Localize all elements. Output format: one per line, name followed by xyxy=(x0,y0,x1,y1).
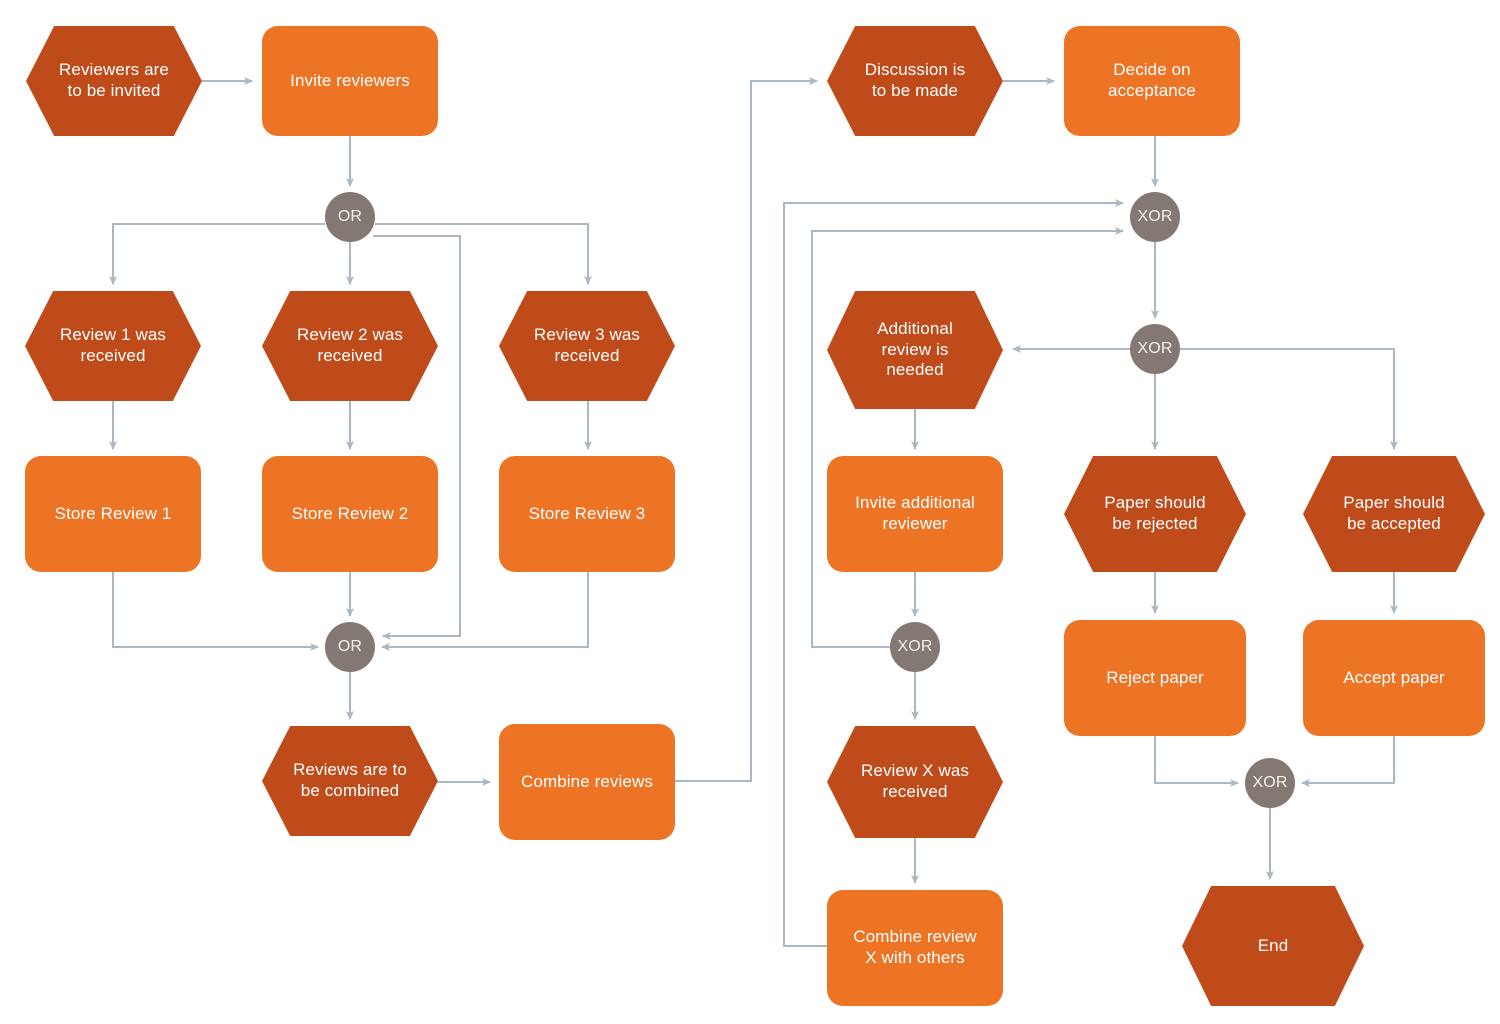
node-label: Additional review is needed xyxy=(877,318,953,380)
node-label: Review 1 was received xyxy=(59,325,167,365)
edge-layer xyxy=(109,77,1398,947)
event-node-n1[interactable]: Reviewers are to be invited xyxy=(26,26,202,136)
node-label: Store Review 1 xyxy=(54,503,172,523)
epc-diagram-canvas: Reviewers are to be invited Invite review… xyxy=(0,0,1500,1024)
node-label: Store Review 3 xyxy=(528,503,646,523)
node-label: Discussion is to be made xyxy=(864,60,966,100)
event-node-n3[interactable]: Review 1 was received xyxy=(25,291,201,401)
function-node-n8[interactable]: Store Review 3 xyxy=(499,456,675,572)
connector-gateway-g4[interactable]: XOR xyxy=(1130,324,1180,374)
function-node-n6[interactable]: Store Review 1 xyxy=(25,456,201,572)
node-label: XOR xyxy=(1137,340,1173,358)
function-node-n19[interactable]: Reject paper xyxy=(1064,620,1246,736)
node-label: Accept paper xyxy=(1343,667,1445,687)
node-label: XOR xyxy=(1252,774,1288,792)
node-label: End xyxy=(1257,935,1289,955)
event-node-n21[interactable]: End xyxy=(1182,886,1364,1006)
event-node-n11[interactable]: Discussion is to be made xyxy=(827,26,1003,136)
flow-edge-g1-to-n3 xyxy=(109,223,325,285)
node-label: Invite reviewers xyxy=(290,70,410,90)
node-label: OR xyxy=(337,208,363,226)
node-label: Decide on acceptance xyxy=(1108,60,1196,100)
event-node-n5[interactable]: Review 3 was received xyxy=(499,291,675,401)
flow-edge-n20-to-g6 xyxy=(1301,736,1395,787)
node-label: Paper should be accepted xyxy=(1343,493,1445,533)
node-label: Store Review 2 xyxy=(291,503,409,523)
function-node-n7[interactable]: Store Review 2 xyxy=(262,456,438,572)
flow-edge-n19-to-g6 xyxy=(1154,736,1239,787)
node-label: Review 3 was received xyxy=(533,325,641,365)
event-node-n4[interactable]: Review 2 was received xyxy=(262,291,438,401)
event-node-n13[interactable]: Additional review is needed xyxy=(827,291,1003,409)
node-label: Review X was received xyxy=(861,761,969,801)
node-label: Paper should be rejected xyxy=(1104,493,1206,533)
connector-gateway-g5[interactable]: XOR xyxy=(890,622,940,672)
flow-edge-n6-to-g2 xyxy=(112,572,319,651)
node-label: OR xyxy=(337,638,363,656)
event-node-n15[interactable]: Review X was received xyxy=(827,726,1003,838)
node-label: Combine review X with others xyxy=(853,927,977,967)
connector-gateway-g1[interactable]: OR xyxy=(325,192,375,242)
function-node-n20[interactable]: Accept paper xyxy=(1303,620,1485,736)
function-node-n12[interactable]: Decide on acceptance xyxy=(1064,26,1240,136)
event-node-n17[interactable]: Paper should be rejected xyxy=(1064,456,1246,572)
function-node-n2[interactable]: Invite reviewers xyxy=(262,26,438,136)
node-label: XOR xyxy=(897,638,933,656)
event-node-n18[interactable]: Paper should be accepted xyxy=(1303,456,1485,572)
connector-gateway-g3[interactable]: XOR xyxy=(1130,192,1180,242)
node-label: Review 2 was received xyxy=(296,325,404,365)
flow-edge-n8-to-g2 xyxy=(381,572,589,651)
node-label: XOR xyxy=(1137,208,1173,226)
event-node-n9[interactable]: Reviews are to be combined xyxy=(262,726,438,836)
function-node-n10[interactable]: Combine reviews xyxy=(499,724,675,840)
connector-gateway-g6[interactable]: XOR xyxy=(1245,758,1295,808)
flow-edge-g4-to-n18 xyxy=(1180,348,1398,450)
flow-edge-n10-to-n11 xyxy=(675,77,818,782)
function-node-n14[interactable]: Invite additional reviewer xyxy=(827,456,1003,572)
flow-edge-g1-to-n5 xyxy=(375,223,592,285)
node-label: Reviews are to be combined xyxy=(293,760,407,800)
node-label: Reject paper xyxy=(1106,667,1204,687)
connector-gateway-g2[interactable]: OR xyxy=(325,622,375,672)
function-node-n16[interactable]: Combine review X with others xyxy=(827,890,1003,1006)
node-label: Reviewers are to be invited xyxy=(59,60,169,100)
node-label: Invite additional reviewer xyxy=(855,493,975,533)
node-label: Combine reviews xyxy=(521,771,653,791)
